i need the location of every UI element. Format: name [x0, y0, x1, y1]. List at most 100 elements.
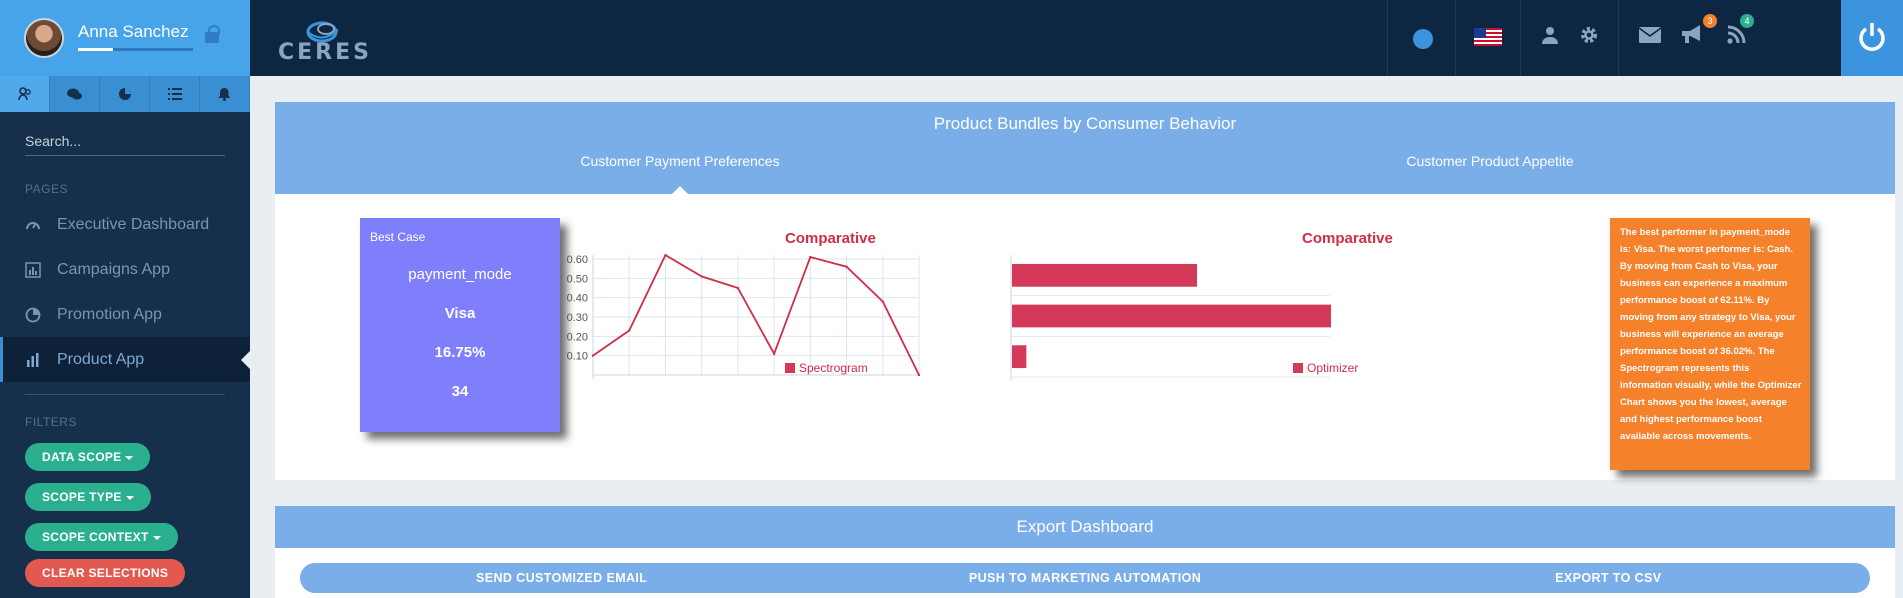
bell-icon[interactable] — [200, 76, 250, 112]
chat-icon[interactable] — [50, 76, 100, 112]
scope-context-label: SCOPE CONTEXT — [42, 530, 149, 544]
sidebar-icon-tabs — [0, 76, 250, 112]
y-tick-label: 0.60 — [567, 254, 588, 266]
sidebar-item-campaigns-app[interactable]: Campaigns App — [0, 247, 250, 292]
chevron-down-icon — [152, 535, 161, 540]
list-icon[interactable] — [150, 76, 200, 112]
pie-icon[interactable] — [100, 76, 150, 112]
y-tick-label: 0.20 — [567, 331, 588, 343]
sidebar-divider — [25, 394, 225, 395]
users-icon[interactable] — [0, 76, 50, 112]
gauge-icon — [26, 221, 40, 229]
sidebar-item-label: Campaigns App — [57, 260, 170, 278]
best-case-heading: Best Case — [370, 230, 426, 244]
send-customized-email-button[interactable]: SEND CUSTOMIZED EMAIL — [300, 563, 823, 593]
data-point — [917, 373, 921, 377]
best-case-value: Visa — [444, 305, 476, 322]
megaphone-icon[interactable] — [1680, 24, 1706, 44]
user-progress-fill — [78, 48, 113, 51]
mail-icon[interactable] — [1639, 27, 1661, 43]
user-icon[interactable] — [1541, 26, 1559, 44]
sidebar-item-executive-dashboard[interactable]: Executive Dashboard — [0, 202, 250, 247]
lock-icon[interactable] — [205, 25, 220, 43]
power-button[interactable] — [1841, 0, 1903, 76]
data-point — [845, 265, 848, 268]
topbar: CERES 3 4 — [250, 0, 1903, 76]
topbar-separator — [1387, 0, 1388, 76]
data-point — [881, 300, 884, 303]
bar-chart-icon — [25, 261, 41, 278]
line-chart-title: Comparative — [785, 230, 876, 247]
best-case-dimension: payment_mode — [408, 266, 512, 283]
best-case-card: Best Case payment_mode Visa 16.75% 34 — [360, 218, 560, 432]
data-point — [591, 354, 595, 357]
push-to-marketing-automation-button[interactable]: PUSH TO MARKETING AUTOMATION — [823, 563, 1346, 593]
power-icon — [1859, 23, 1885, 51]
data-point — [700, 275, 703, 278]
y-tick-label: 0.50 — [567, 273, 588, 285]
y-tick-label: 0.10 — [567, 351, 588, 363]
filter-scope-type-wrap: SCOPE TYPE — [0, 483, 250, 511]
user-progress-bar — [78, 48, 193, 51]
logo-text: CERES — [278, 40, 372, 65]
export-title: Export Dashboard — [1016, 517, 1154, 536]
sidebar-item-product-app[interactable]: Product App — [0, 337, 250, 382]
data-point — [809, 255, 812, 259]
series-line — [592, 253, 920, 376]
sidebar-search — [25, 128, 225, 156]
status-dot-icon[interactable] — [1412, 28, 1434, 50]
optimizer-chart — [1010, 255, 1331, 381]
filter-scope-context-wrap: SCOPE CONTEXT — [0, 523, 250, 551]
bar — [1012, 263, 1198, 287]
export-header: Export Dashboard — [275, 506, 1895, 548]
clear-selections-button[interactable]: CLEAR SELECTIONS — [25, 559, 186, 587]
tab-customer-product-appetite[interactable]: Customer Product Appetite — [1085, 144, 1895, 194]
panel-tabs: Customer Payment Preferences Customer Pr… — [275, 144, 1895, 194]
pages-label: PAGES — [25, 182, 68, 196]
user-name: Anna Sanchez — [78, 22, 189, 41]
avatar[interactable] — [24, 18, 64, 58]
topbar-separator — [1520, 0, 1521, 76]
legend-swatch — [785, 363, 795, 373]
legend-label: Optimizer — [1307, 361, 1359, 375]
sidebar: Anna Sanchez PAGES — [0, 0, 250, 598]
panel-title: Product Bundles by Consumer Behavior — [933, 114, 1237, 133]
scope-type-label: SCOPE TYPE — [42, 490, 122, 504]
chevron-down-icon — [125, 495, 134, 500]
export-actions: SEND CUSTOMIZED EMAIL PUSH TO MARKETING … — [300, 563, 1870, 593]
insight-card: The best performer in payment_mode is: V… — [1610, 218, 1810, 470]
data-scope-dropdown[interactable]: DATA SCOPE — [25, 443, 151, 471]
sidebar-item-promotion-app[interactable]: Promotion App — [0, 292, 250, 337]
gear-icon[interactable] — [1579, 25, 1599, 45]
announcements-badge: 3 — [1703, 14, 1717, 28]
feeds-badge: 4 — [1740, 14, 1754, 28]
bar-chart-title: Comparative — [1302, 230, 1393, 247]
filter-data-scope-wrap: DATA SCOPE — [0, 443, 250, 471]
sidebar-item-label: Promotion App — [57, 305, 162, 323]
topbar-separator — [1618, 0, 1619, 76]
bar — [1012, 345, 1027, 369]
product-bundles-panel: Product Bundles by Consumer Behavior Cus… — [275, 102, 1895, 480]
us-flag-icon[interactable] — [1474, 28, 1502, 46]
optimizer-legend[interactable]: Optimizer — [1293, 361, 1358, 375]
scope-context-dropdown[interactable]: SCOPE CONTEXT — [25, 523, 178, 551]
bar-chart-icon — [27, 352, 39, 367]
user-box: Anna Sanchez — [0, 0, 250, 76]
topbar-separator — [1455, 0, 1456, 76]
search-input[interactable] — [25, 128, 225, 154]
clear-selections-wrap: CLEAR SELECTIONS — [0, 559, 250, 587]
export-to-csv-button[interactable]: EXPORT TO CSV — [1347, 563, 1870, 593]
sidebar-item-label: Product App — [57, 350, 145, 368]
scope-type-dropdown[interactable]: SCOPE TYPE — [25, 483, 151, 511]
bar — [1012, 304, 1331, 328]
filters-label: FILTERS — [25, 415, 77, 429]
panel-header: Product Bundles by Consumer Behavior Cus… — [275, 102, 1895, 194]
tab-customer-payment-preferences[interactable]: Customer Payment Preferences — [275, 144, 1085, 194]
y-tick-label: 0.40 — [567, 293, 588, 305]
sidebar-item-label: Executive Dashboard — [57, 215, 210, 233]
data-point — [664, 253, 667, 257]
spectrogram-legend[interactable]: Spectrogram — [785, 361, 868, 375]
data-point — [628, 329, 631, 332]
y-tick-label: 0.30 — [567, 312, 588, 324]
best-case-count: 34 — [451, 383, 469, 400]
